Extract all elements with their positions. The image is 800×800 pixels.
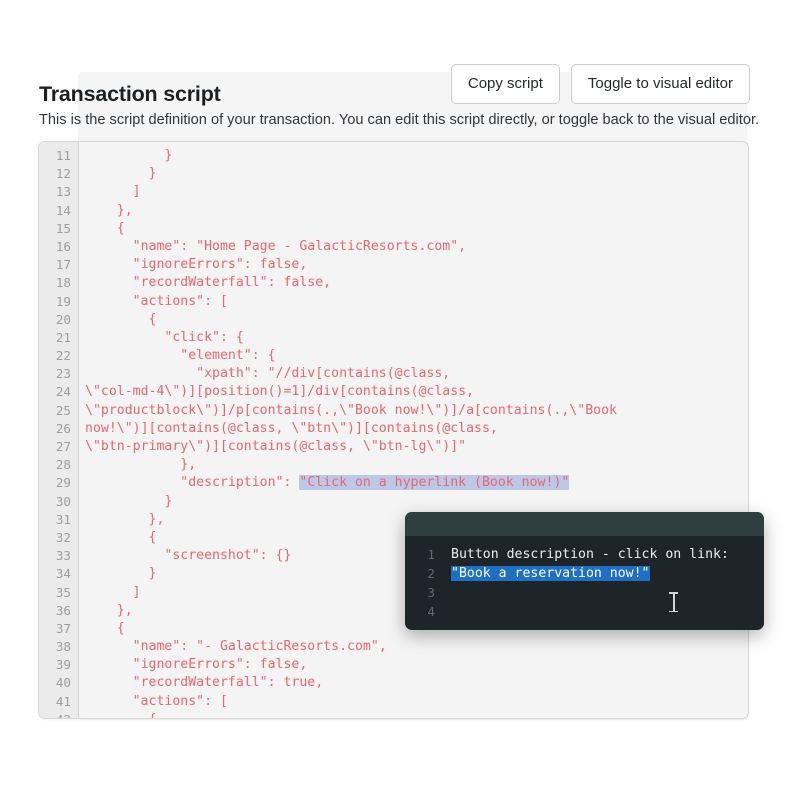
page-subtitle: This is the script definition of your tr… [39,112,760,128]
editor-code-line[interactable]: "recordWaterfall": true, [85,674,748,692]
editor-code-line[interactable]: "xpath": "//div[contains(@class, [85,365,748,383]
editor-line-number: 27 [55,439,71,454]
overlay-line-number: 2 [427,566,435,581]
overlay-code-line[interactable] [451,602,764,621]
editor-line-number: 17 [55,257,71,273]
description-tooltip-overlay[interactable]: 1 2 3 4 Button description - click on link:… [405,512,764,630]
script-code-editor[interactable]: 11 12 13 14 15 16 17 18 19 20 21 22 23 24 25 26 27 28 29 30… [38,141,749,719]
editor-line-number: 36 [55,602,71,618]
editor-code-line[interactable]: { [85,311,748,329]
editor-code-line[interactable]: "element": { [85,347,748,365]
editor-line-number: 33 [55,548,71,564]
editor-line-number: 22 [55,348,71,364]
editor-line-number: 19 [55,293,71,309]
editor-line-number: 35 [55,584,71,600]
editor-line-number: 30 [55,493,71,509]
selected-description-text[interactable]: "Click on a hyperlink (Book now!)" [299,475,570,491]
editor-code-line[interactable]: ] [85,183,748,201]
overlay-body: 1 2 3 4 Button description - click on link:… [405,536,764,621]
overlay-selected-text[interactable]: "Book a reservation now!" [451,566,650,581]
page-title: Transaction script [39,82,221,106]
editor-line-number: 42 [39,711,78,718]
editor-code-line[interactable]: "name": "Home Page - GalacticResorts.com… [85,238,748,256]
overlay-header-bar [405,512,764,536]
editor-line-number: 41 [55,693,71,709]
overlay-code-line[interactable]: Button description - click on link: [451,545,764,564]
editor-code-line[interactable]: "ignoreErrors": false, [85,656,748,674]
editor-line-number: 29 [55,475,71,491]
editor-line-number: 13 [55,184,71,200]
overlay-code-line[interactable]: "Book a reservation now!" [451,564,764,583]
overlay-code-line[interactable] [451,583,764,602]
editor-line-number: 26 [55,420,71,436]
overlay-line-number-gutter: 1 2 3 4 [405,545,443,621]
overlay-line-number: 4 [427,604,435,619]
copy-script-button[interactable]: Copy script [450,64,560,104]
editor-line-number: 18 [55,275,71,291]
editor-code-line[interactable]: }, [85,456,748,474]
editor-line-number-gutter: 11 12 13 14 15 16 17 18 19 20 21 22 23 24 25 26 27 28 29 30… [39,142,79,718]
editor-line-number: 25 [55,402,71,418]
editor-code-line[interactable]: { [85,711,748,718]
editor-line-number: 11 [55,148,71,163]
editor-line-number: 32 [55,529,71,545]
page-root: Copy script Toggle to visual editor Tran… [0,0,800,800]
editor-line-number: 20 [55,311,71,327]
editor-code-line[interactable]: "ignoreErrors": false, [85,256,748,274]
editor-code-line[interactable]: "description": "Click on a hyperlink (Bo… [85,474,748,492]
editor-code-line[interactable]: }, [85,202,748,220]
editor-line-number: 38 [55,639,71,655]
overlay-line-number: 3 [427,585,435,600]
editor-code-line[interactable]: \"btn-primary\")][contains(@class, \"btn… [85,438,748,456]
editor-line-number: 39 [55,657,71,673]
editor-code-area[interactable]: } } ] }, { "name": "Home Page - Galactic… [79,142,748,718]
editor-code-line[interactable]: \"col-md-4\")][position()=1]/div[contain… [85,383,748,401]
editor-line-number: 21 [55,329,71,345]
editor-code-line[interactable]: now!\")][contains(@class, \"btn\")][cont… [85,420,748,438]
editor-line-number: 16 [55,238,71,254]
editor-code-line[interactable]: "name": "- GalacticResorts.com", [85,638,748,656]
editor-code-line[interactable]: \"productblock\")]/p[contains(.,\"Book n… [85,402,748,420]
editor-action-buttons: Copy script Toggle to visual editor [450,64,750,104]
editor-line-number: 14 [55,202,71,218]
editor-line-number: 37 [55,620,71,636]
overlay-line-number: 1 [427,547,435,562]
editor-line-number: 34 [55,566,71,582]
editor-line-number: 15 [55,220,71,236]
editor-line-number: 12 [55,166,71,182]
editor-code-line[interactable]: } [85,493,748,511]
editor-line-number: 31 [55,511,71,527]
editor-line-number: 28 [55,457,71,473]
editor-code-line[interactable]: "actions": [ [85,293,748,311]
editor-code-line[interactable]: } [85,165,748,183]
editor-code-line[interactable]: "recordWaterfall": false, [85,274,748,292]
editor-line-number: 24 [55,384,71,400]
editor-line-number: 40 [55,675,71,691]
editor-code-line[interactable]: { [85,220,748,238]
editor-code-line[interactable]: "click": { [85,329,748,347]
editor-code-line[interactable]: "actions": [ [85,693,748,711]
editor-code-line[interactable]: } [85,147,748,165]
overlay-code-area[interactable]: Button description - click on link: "Book… [443,545,764,621]
editor-line-number: 23 [55,366,71,382]
toggle-to-visual-editor-button[interactable]: Toggle to visual editor [570,64,750,104]
